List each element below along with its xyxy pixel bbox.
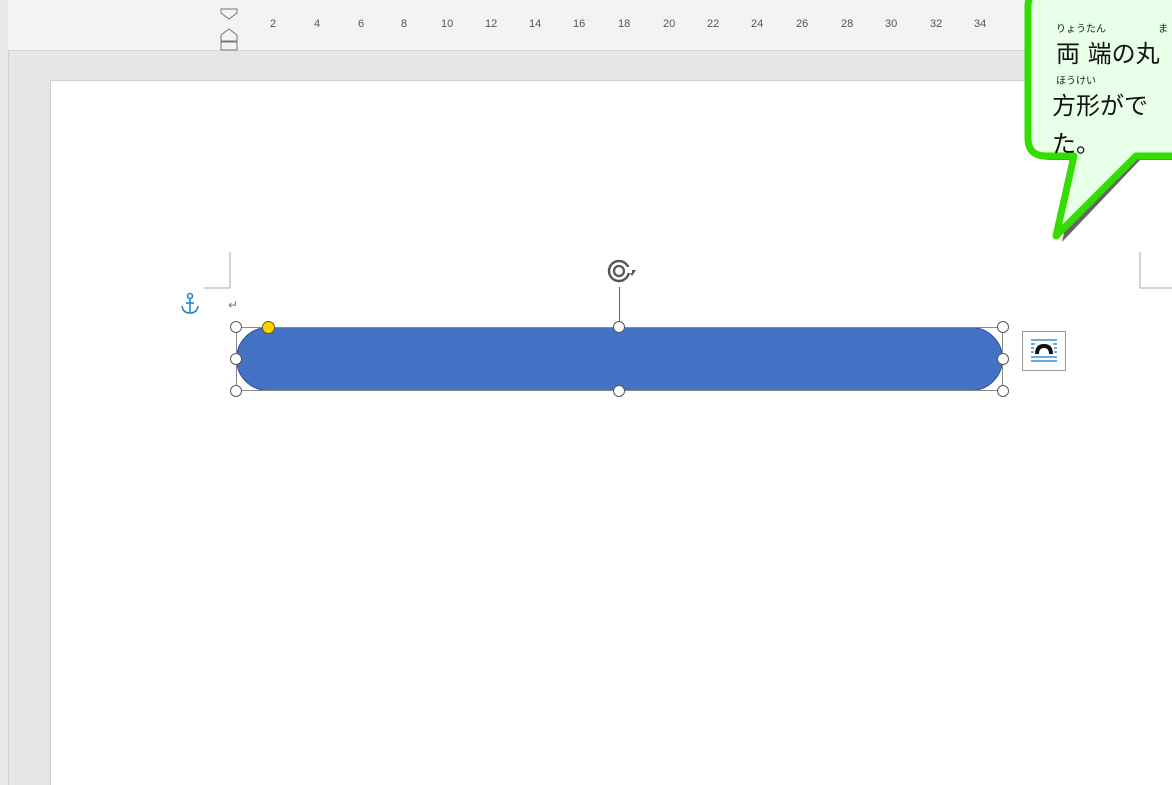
rotate-handle-icon[interactable] — [600, 253, 640, 289]
callout-line-1: 両 端の丸 — [1056, 40, 1160, 68]
resize-handle-top-left[interactable] — [230, 321, 242, 333]
ruler-number: 32 — [930, 18, 943, 30]
adjustment-handle[interactable] — [262, 321, 275, 334]
ruler-number: 28 — [841, 18, 854, 30]
ruler-number: 18 — [618, 18, 631, 30]
ruby-reading: りょうたん — [1056, 24, 1106, 35]
ruler-number: 16 — [573, 18, 586, 30]
ruler-number: 34 — [974, 18, 987, 30]
resize-handle-right[interactable] — [997, 353, 1009, 365]
resize-handle-top-right[interactable] — [997, 321, 1009, 333]
margin-corner-mark — [204, 252, 231, 289]
paragraph-mark: ↵ — [228, 298, 239, 312]
anchor-icon[interactable] — [176, 290, 204, 318]
ruby-reading: ま — [1158, 24, 1168, 35]
ruler-number: 2 — [270, 18, 277, 30]
ruby-reading: ほうけい — [1056, 76, 1096, 87]
callout-text: りょうたん ま 両 端の丸 ほうけい 方形がで た。 — [1052, 20, 1172, 159]
ruler-number: 26 — [796, 18, 809, 30]
ruler-number: 20 — [663, 18, 676, 30]
ruler-number: 24 — [751, 18, 764, 30]
resize-handle-bottom[interactable] — [613, 385, 625, 397]
indent-marker-icon[interactable] — [220, 8, 238, 52]
layout-options-icon — [1031, 339, 1057, 362]
ruler-number: 12 — [485, 18, 498, 30]
selection-frame — [236, 327, 1003, 391]
ruler-number: 10 — [441, 18, 454, 30]
resize-handle-top[interactable] — [613, 321, 625, 333]
document-page[interactable] — [50, 80, 1172, 785]
resize-handle-bottom-right[interactable] — [997, 385, 1009, 397]
ruler-number: 8 — [401, 18, 408, 30]
layout-options-button[interactable] — [1022, 331, 1066, 371]
callout-line-2: 方形がで — [1052, 92, 1148, 120]
ruler-number: 14 — [529, 18, 542, 30]
word-document-window: 2 4 6 8 10 12 14 16 18 20 22 24 26 28 30… — [0, 0, 1172, 785]
margin-corner-mark — [1139, 252, 1172, 289]
ruler-number: 4 — [314, 18, 321, 30]
horizontal-ruler[interactable]: 2 4 6 8 10 12 14 16 18 20 22 24 26 28 30… — [8, 0, 1172, 51]
left-edge — [0, 0, 9, 785]
ruler-number: 30 — [885, 18, 898, 30]
ruler-number: 22 — [707, 18, 720, 30]
callout-line-3: た。 — [1052, 130, 1100, 158]
ruler-number: 6 — [358, 18, 365, 30]
resize-handle-bottom-left[interactable] — [230, 385, 242, 397]
resize-handle-left[interactable] — [230, 353, 242, 365]
